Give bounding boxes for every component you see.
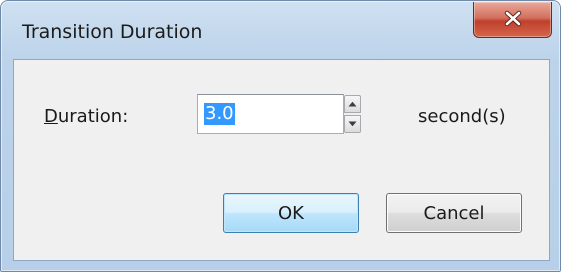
- spin-down-button[interactable]: [344, 115, 361, 133]
- duration-label: Duration:: [44, 106, 128, 127]
- title-bar[interactable]: Transition Duration: [1, 1, 560, 59]
- ok-button[interactable]: OK: [223, 193, 359, 233]
- up-arrow-icon: [348, 101, 357, 107]
- dialog-content: Duration: 3.0 second(s) OK Cancel: [13, 59, 550, 261]
- close-x-icon: [504, 10, 522, 27]
- close-button[interactable]: [473, 2, 552, 38]
- down-arrow-icon: [348, 121, 357, 127]
- spin-up-button[interactable]: [344, 95, 361, 113]
- unit-label: second(s): [418, 106, 506, 127]
- cancel-button[interactable]: Cancel: [386, 193, 522, 233]
- duration-input[interactable]: 3.0: [197, 94, 344, 134]
- window-title: Transition Duration: [22, 21, 203, 43]
- dialog-window: Transition Duration Duration: 3.0 second…: [0, 0, 561, 272]
- duration-label-text: uration:: [57, 106, 129, 127]
- duration-value: 3.0: [204, 103, 235, 125]
- duration-label-mnemonic: D: [44, 106, 58, 127]
